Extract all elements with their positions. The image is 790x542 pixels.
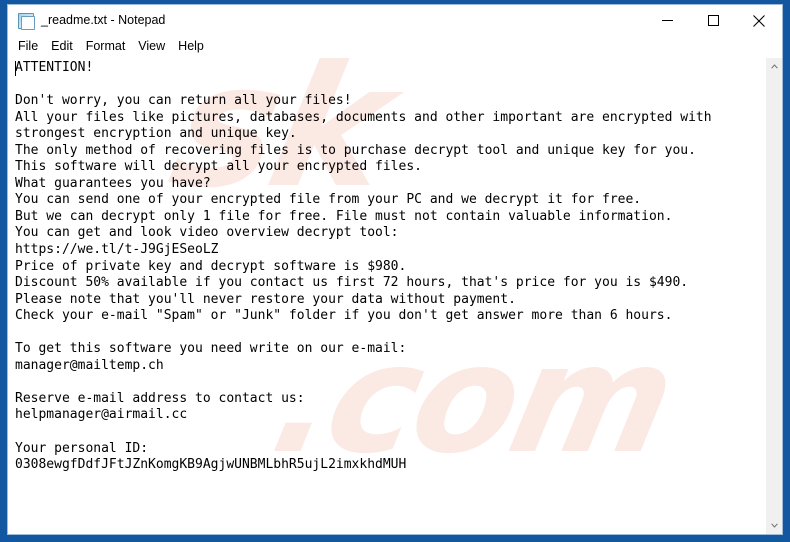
scrollbar-track[interactable] — [766, 75, 782, 517]
chevron-up-icon — [770, 64, 778, 69]
window-controls — [644, 5, 782, 36]
scroll-up-button[interactable] — [766, 58, 782, 75]
chevron-down-icon — [770, 523, 778, 528]
menu-item-file[interactable]: File — [17, 39, 39, 54]
minimize-button[interactable] — [644, 5, 690, 36]
close-icon — [753, 14, 765, 27]
text-editor[interactable]: sk .com ATTENTION! Don't worry, you can … — [8, 58, 765, 534]
title-bar-left: _readme.txt - Notepad — [8, 12, 166, 30]
notepad-icon-front — [21, 16, 35, 30]
notepad-icon — [17, 12, 35, 30]
desktop-frame: _readme.txt - Notepad File Edit Format V… — [0, 0, 790, 542]
text-caret — [15, 61, 16, 76]
maximize-button[interactable] — [690, 5, 736, 36]
scroll-down-button[interactable] — [766, 517, 782, 534]
menu-item-view[interactable]: View — [137, 39, 166, 54]
maximize-icon — [707, 15, 719, 26]
close-button[interactable] — [736, 5, 782, 36]
vertical-scrollbar[interactable] — [765, 58, 782, 534]
menu-item-help[interactable]: Help — [177, 39, 205, 54]
window-title: _readme.txt - Notepad — [41, 13, 166, 28]
menu-item-edit[interactable]: Edit — [50, 39, 74, 54]
minimize-icon — [661, 20, 673, 21]
notepad-window: _readme.txt - Notepad File Edit Format V… — [7, 4, 783, 535]
menu-bar: File Edit Format View Help — [8, 36, 782, 57]
title-bar[interactable]: _readme.txt - Notepad — [8, 5, 782, 36]
ransom-note-text: ATTENTION! Don't worry, you can return a… — [15, 60, 712, 473]
editor-area: sk .com ATTENTION! Don't worry, you can … — [8, 57, 782, 534]
menu-item-format[interactable]: Format — [85, 39, 127, 54]
